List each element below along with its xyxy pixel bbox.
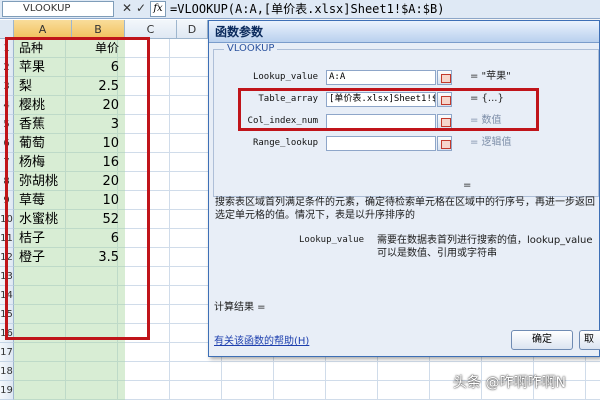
range-lookup-result: = 逻辑值 — [470, 137, 512, 148]
confirm-formula-icon[interactable]: ✓ — [134, 1, 148, 17]
ok-button[interactable]: 确定 — [511, 330, 573, 350]
table-array-highlight-box — [238, 88, 539, 131]
formula-input[interactable]: =VLOOKUP(A:A,[单价表.xlsx]Sheet1!$A:$B) — [170, 0, 444, 18]
row-header[interactable]: 18 — [0, 362, 14, 381]
range-lookup-label: Range_lookup — [252, 138, 318, 148]
watermark: 头条 @咋啊咋啊N — [453, 375, 566, 391]
lookup-value-label: Lookup_value — [252, 72, 318, 82]
function-result-equals: = — [463, 180, 472, 191]
formula-bar: VLOOKUP ✕ ✓ fx =VLOOKUP(A:A,[单价表.xlsx]Sh… — [0, 0, 600, 19]
name-box[interactable]: VLOOKUP — [2, 1, 114, 17]
lookup-value-result: = "苹果" — [470, 71, 511, 82]
param-name: Lookup_value — [299, 235, 365, 245]
range-lookup-collapse-icon[interactable] — [437, 136, 452, 151]
row-header[interactable]: 17 — [0, 343, 14, 362]
group-label: VLOOKUP — [224, 43, 278, 54]
range-lookup-input[interactable] — [326, 136, 436, 151]
param-help: 需要在数据表首列进行搜索的值，lookup_value 可以是数值、引用或字符串 — [377, 235, 593, 259]
function-description: 搜索表区域首列满足条件的元素，确定待检索单元格在区域中的行序号，再进一步返回选定… — [215, 197, 595, 221]
cancel-button[interactable]: 取消 — [579, 330, 600, 350]
cancel-formula-icon[interactable]: ✕ — [120, 1, 134, 17]
lookup-value-collapse-icon[interactable] — [437, 70, 452, 85]
calc-result: 计算结果 = — [214, 302, 266, 313]
help-link[interactable]: 有关该函数的帮助(H) — [214, 332, 309, 347]
dialog-title: 函数参数 — [209, 21, 599, 43]
data-highlight-box — [5, 37, 150, 340]
column-header-d[interactable]: D — [177, 20, 208, 39]
insert-function-button[interactable]: fx — [150, 1, 166, 17]
row-header[interactable]: 19 — [0, 381, 14, 400]
lookup-value-input[interactable]: A:A — [326, 70, 436, 85]
function-arguments-dialog: 函数参数 VLOOKUP Lookup_value A:A = "苹果" Tab… — [208, 20, 600, 357]
